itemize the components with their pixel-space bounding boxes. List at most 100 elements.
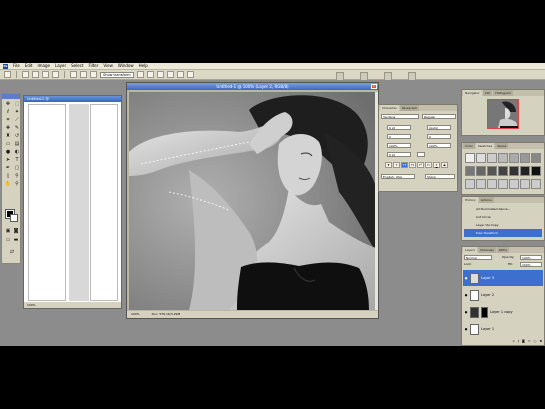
tab-paths[interactable]: Paths bbox=[496, 247, 509, 253]
eyedropper-tool-icon[interactable]: ⚲ bbox=[13, 173, 21, 180]
tab-histogram[interactable]: Histogram bbox=[493, 90, 513, 96]
jump-to-imageready-icon[interactable]: ⇄ bbox=[8, 249, 16, 256]
history-item[interactable]: Layer Via Copy bbox=[464, 221, 542, 229]
history-item[interactable]: Cut Circle bbox=[464, 213, 542, 221]
new-selection-button[interactable] bbox=[22, 71, 29, 78]
eye-icon[interactable]: ● bbox=[464, 327, 468, 331]
history-item[interactable]: All Illuminated dance... bbox=[464, 205, 542, 213]
style-swatch[interactable] bbox=[498, 153, 508, 163]
distribute-button-2[interactable] bbox=[146, 71, 154, 78]
style-swatch[interactable] bbox=[520, 166, 530, 176]
layer-row[interactable]: ● Layer 1 bbox=[463, 321, 543, 337]
document-titlebar[interactable]: Untitled-1 @ 100% (Layer 2, RGB/8) × bbox=[127, 83, 378, 90]
tab-paragraph[interactable]: Paragraph bbox=[399, 105, 420, 111]
background-color-swatch[interactable] bbox=[10, 214, 18, 222]
dodge-tool-icon[interactable]: ◐ bbox=[13, 149, 21, 156]
style-swatch[interactable] bbox=[476, 166, 486, 176]
style-swatch[interactable] bbox=[498, 179, 508, 189]
standard-mode-icon[interactable]: ▣ bbox=[4, 228, 12, 235]
type-tool-icon[interactable]: T bbox=[13, 157, 21, 164]
tracking-field[interactable]: 0 bbox=[427, 134, 451, 139]
style-swatch[interactable] bbox=[476, 153, 486, 163]
subscript-button[interactable]: T₁ bbox=[425, 162, 432, 168]
all-caps-button[interactable]: TT bbox=[401, 162, 408, 168]
menu-help[interactable]: Help bbox=[139, 63, 148, 69]
tab-channels[interactable]: Channels bbox=[477, 247, 496, 253]
shape-tool-icon[interactable]: ▢ bbox=[13, 165, 21, 172]
distribute-button-6[interactable] bbox=[186, 71, 194, 78]
navigator-thumbnail[interactable] bbox=[487, 99, 519, 129]
style-swatch[interactable] bbox=[531, 153, 541, 163]
tab-swatches[interactable]: Swatches bbox=[475, 143, 495, 149]
document-canvas[interactable] bbox=[28, 104, 66, 301]
style-swatch[interactable] bbox=[509, 153, 519, 163]
style-swatch[interactable] bbox=[498, 166, 508, 176]
language-select[interactable]: English: USA bbox=[381, 174, 415, 179]
document-titlebar[interactable]: Untitled-2 @ bbox=[24, 96, 121, 102]
layer-row[interactable]: ● Layer 1 copy bbox=[463, 304, 543, 320]
notes-tool-icon[interactable]: ▯ bbox=[4, 173, 12, 180]
eye-icon[interactable]: ● bbox=[464, 310, 468, 314]
history-brush-tool-icon[interactable]: ↺ bbox=[13, 133, 21, 140]
document-canvas-right[interactable] bbox=[90, 104, 118, 301]
align-center-button[interactable] bbox=[80, 71, 87, 78]
close-button[interactable]: × bbox=[371, 84, 377, 89]
show-transform-checkbox[interactable]: Show transform bbox=[100, 71, 134, 78]
palette-well-tab-2[interactable] bbox=[360, 72, 368, 80]
menu-filter[interactable]: Filter bbox=[88, 63, 98, 69]
anti-alias-select[interactable]: Sharp bbox=[425, 174, 455, 179]
menu-edit[interactable]: Edit bbox=[25, 63, 33, 69]
screen-mode-icon[interactable]: ▭ bbox=[4, 237, 12, 244]
tab-history[interactable]: History bbox=[463, 197, 478, 203]
zoom-level[interactable]: 100% bbox=[131, 311, 140, 318]
menu-layer[interactable]: Layer bbox=[55, 63, 66, 69]
faux-italic-button[interactable]: T bbox=[393, 162, 400, 168]
distribute-button[interactable] bbox=[136, 71, 144, 78]
move-tool-icon[interactable]: ✥ bbox=[4, 101, 12, 108]
style-swatch[interactable] bbox=[531, 166, 541, 176]
new-layer-icon[interactable]: ▢ bbox=[534, 339, 537, 344]
style-swatch[interactable] bbox=[520, 153, 530, 163]
align-right-button[interactable] bbox=[90, 71, 97, 78]
tool-preset-button[interactable] bbox=[4, 71, 11, 78]
tab-styles[interactable]: Styles bbox=[495, 143, 509, 149]
kerning-field[interactable]: 0 bbox=[387, 134, 411, 139]
add-selection-button[interactable] bbox=[32, 71, 39, 78]
style-swatch[interactable] bbox=[531, 179, 541, 189]
pen-tool-icon[interactable]: ✒ bbox=[4, 165, 12, 172]
superscript-button[interactable]: T¹ bbox=[417, 162, 424, 168]
distribute-button-3[interactable] bbox=[156, 71, 164, 78]
subtract-selection-button[interactable] bbox=[42, 71, 49, 78]
font-size-field[interactable]: 6 pt bbox=[387, 125, 411, 130]
full-screen-mode-icon[interactable]: ▬ bbox=[12, 237, 20, 244]
trash-icon[interactable]: ✖ bbox=[539, 339, 542, 344]
style-swatch[interactable] bbox=[476, 179, 486, 189]
style-swatch[interactable] bbox=[520, 179, 530, 189]
menu-view[interactable]: View bbox=[103, 63, 113, 69]
tab-layers[interactable]: Layers bbox=[463, 247, 477, 253]
leading-field[interactable]: (Auto) bbox=[427, 125, 451, 130]
style-swatch[interactable] bbox=[509, 179, 519, 189]
distribute-button-5[interactable] bbox=[176, 71, 184, 78]
path-selection-tool-icon[interactable]: ➤ bbox=[4, 157, 12, 164]
opacity-field[interactable]: 100% bbox=[520, 255, 542, 260]
style-swatch[interactable] bbox=[465, 179, 475, 189]
underline-button[interactable]: T bbox=[433, 162, 440, 168]
style-swatch[interactable] bbox=[465, 166, 475, 176]
menu-file[interactable]: File bbox=[13, 63, 20, 69]
align-left-button[interactable] bbox=[70, 71, 77, 78]
blend-mode-select[interactable]: Normal bbox=[464, 255, 492, 260]
tab-info[interactable]: Info bbox=[482, 90, 493, 96]
tab-actions[interactable]: Actions bbox=[478, 197, 494, 203]
tab-navigator[interactable]: Navigator bbox=[463, 90, 482, 96]
palette-well-tab-4[interactable] bbox=[408, 72, 416, 80]
distribute-button-4[interactable] bbox=[166, 71, 174, 78]
brush-tool-icon[interactable]: ✎ bbox=[13, 125, 21, 132]
crop-tool-icon[interactable]: ⌗ bbox=[4, 117, 12, 124]
clone-stamp-tool-icon[interactable]: ♜ bbox=[4, 133, 12, 140]
palette-well-tab-1[interactable] bbox=[336, 72, 344, 80]
new-group-icon[interactable]: ▭ bbox=[528, 339, 531, 344]
quick-mask-mode-icon[interactable]: ◙ bbox=[12, 228, 20, 235]
document-canvas[interactable] bbox=[129, 92, 376, 310]
gradient-tool-icon[interactable]: ▤ bbox=[13, 141, 21, 148]
